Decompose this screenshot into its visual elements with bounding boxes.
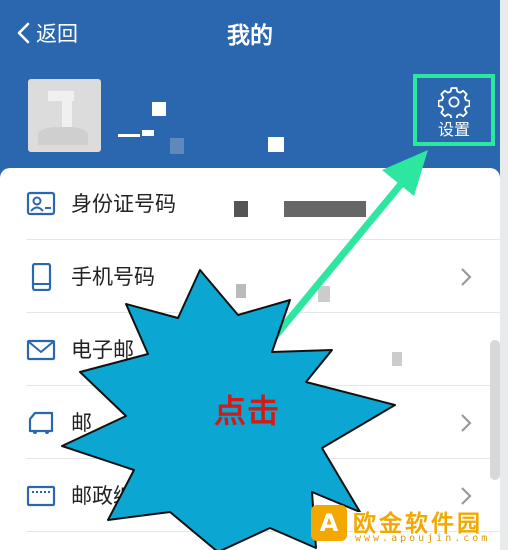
- truck-icon: [26, 409, 56, 437]
- avatar[interactable]: [28, 79, 101, 152]
- callout-text: 点击: [214, 392, 281, 430]
- phone-icon: [26, 263, 56, 291]
- settings-label: 设置: [437, 120, 470, 139]
- settings-button[interactable]: 设置: [413, 74, 495, 146]
- watermark-logo-icon: A: [311, 505, 347, 541]
- chevron-right-icon: [458, 265, 474, 289]
- list-item-phone[interactable]: 手机号码: [0, 241, 500, 313]
- gear-icon: [438, 87, 470, 118]
- list-item-label: 邮政编: [71, 484, 134, 508]
- list-item-label: 邮: [71, 411, 92, 435]
- chevron-right-icon: [458, 411, 474, 435]
- list-item-id-number[interactable]: 身份证号码: [0, 168, 500, 240]
- app-frame: 返回 我的 身份证号码 手机号码 电子邮 邮 邮政编 设置: [0, 0, 500, 550]
- screen-edge: [500, 0, 508, 550]
- list-item-label: 身份证号码: [71, 192, 176, 216]
- list-item-label: 电子邮: [71, 338, 134, 362]
- top-bar: 返回 我的: [0, 0, 500, 64]
- info-list: 身份证号码 手机号码 电子邮 邮 邮政编: [0, 168, 500, 550]
- id-card-icon: [26, 190, 56, 218]
- postcode-icon: [26, 482, 56, 510]
- watermark-url: www.apoujin.com: [355, 533, 491, 544]
- list-item-email[interactable]: 电子邮: [0, 314, 500, 386]
- mail-icon: [26, 336, 56, 364]
- watermark: A 欧金软件园 www.apoujin.com: [311, 500, 501, 550]
- list-item-label: 手机号码: [71, 265, 155, 289]
- page-title: 我的: [227, 23, 273, 49]
- scrollbar[interactable]: [490, 340, 500, 480]
